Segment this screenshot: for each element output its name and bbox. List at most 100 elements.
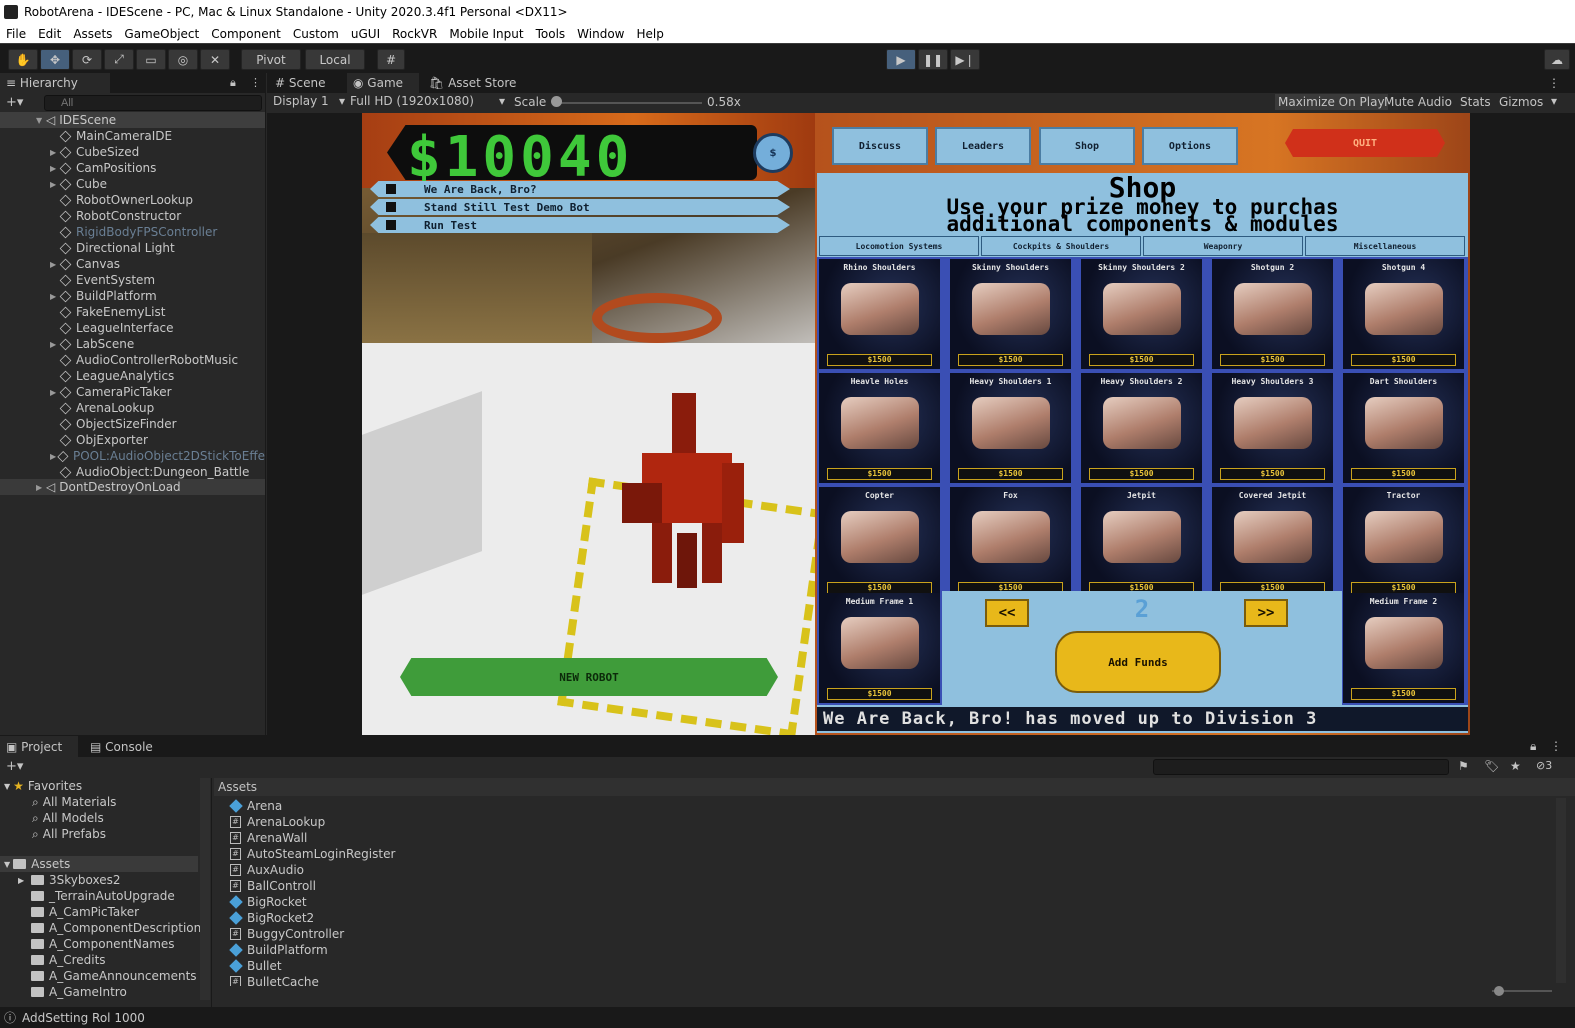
- dollar-button[interactable]: $: [753, 133, 793, 173]
- expand-arrow-icon[interactable]: ▼: [4, 782, 10, 791]
- cloud-icon[interactable]: ☁: [1544, 49, 1570, 70]
- shop-item-card[interactable]: Heavle Holes $1500: [819, 373, 940, 483]
- hierarchy-item[interactable]: ▶ CamPositions: [0, 160, 265, 176]
- expand-arrow-icon[interactable]: ▶: [18, 876, 26, 885]
- menu-custom[interactable]: Custom: [287, 27, 345, 41]
- tab-scene[interactable]: # Scene: [275, 76, 325, 90]
- icon-size-slider-handle[interactable]: [1494, 986, 1504, 996]
- more-options-icon[interactable]: ⋮: [1548, 76, 1560, 90]
- tab-weaponry[interactable]: Weaponry: [1143, 236, 1303, 256]
- assets-root-row[interactable]: ▼ Assets: [0, 856, 198, 872]
- options-button[interactable]: Options: [1142, 127, 1238, 165]
- add-funds-button[interactable]: Add Funds: [1055, 631, 1221, 693]
- robot-list-item[interactable]: Run Test: [370, 217, 790, 233]
- asset-item[interactable]: BigRocket2: [229, 910, 314, 926]
- rotate-tool-icon[interactable]: ⟳: [72, 49, 102, 70]
- menu-mobile-input[interactable]: Mobile Input: [443, 27, 529, 41]
- hierarchy-item[interactable]: ▶ Canvas: [0, 256, 265, 272]
- asset-item[interactable]: # ArenaWall: [230, 830, 307, 846]
- folder-item[interactable]: A_GameIntro: [18, 984, 127, 1000]
- mute-audio-toggle[interactable]: Mute Audio: [1381, 94, 1455, 110]
- shop-item-card[interactable]: Tractor $1500: [1343, 487, 1464, 597]
- hierarchy-item[interactable]: RigidBodyFPSController: [0, 224, 265, 240]
- menu-help[interactable]: Help: [630, 27, 669, 41]
- hierarchy-item[interactable]: ▶ CameraPicTaker: [0, 384, 265, 400]
- maximize-on-play-toggle[interactable]: Maximize On Play: [1275, 94, 1388, 110]
- shop-item-card[interactable]: Rhino Shoulders $1500: [819, 259, 940, 369]
- hierarchy-item[interactable]: RobotOwnerLookup: [0, 192, 265, 208]
- menu-component[interactable]: Component: [205, 27, 287, 41]
- hierarchy-item[interactable]: LeagueAnalytics: [0, 368, 265, 384]
- move-tool-icon[interactable]: ✥: [40, 49, 70, 70]
- hierarchy-item[interactable]: ▶ Cube: [0, 176, 265, 192]
- tab-project[interactable]: ▣ Project: [0, 736, 78, 757]
- lock-icon[interactable]: 🔒︎: [1530, 739, 1536, 754]
- dontdestroy-row[interactable]: ▶ ◁ DontDestroyOnLoad: [0, 479, 265, 495]
- tab-console[interactable]: ▤ Console: [90, 740, 153, 754]
- shop-item-card[interactable]: Medium Frame 2 $1500: [1343, 593, 1464, 703]
- folder-item[interactable]: ▶ 3Skyboxes2: [18, 872, 120, 888]
- asset-list-scrollbar[interactable]: [1556, 798, 1566, 983]
- shop-item-card[interactable]: Copter $1500: [819, 487, 940, 597]
- hierarchy-item[interactable]: ▶ BuildPlatform: [0, 288, 265, 304]
- folder-item[interactable]: A_ComponentDescriptions: [18, 920, 207, 936]
- add-object-icon[interactable]: +▾: [6, 95, 23, 110]
- menu-edit[interactable]: Edit: [32, 27, 67, 41]
- next-page-button[interactable]: >>: [1244, 599, 1288, 627]
- tab-miscellaneous[interactable]: Miscellaneous: [1305, 236, 1465, 256]
- favorite-item[interactable]: ⌕ All Prefabs: [32, 826, 106, 842]
- asset-item[interactable]: Bullet: [229, 958, 282, 974]
- display-select[interactable]: Display 1 ▾: [271, 94, 345, 111]
- quit-button[interactable]: QUIT: [1285, 129, 1445, 157]
- expand-arrow-icon[interactable]: ▶: [36, 483, 46, 492]
- hierarchy-item[interactable]: RobotConstructor: [0, 208, 265, 224]
- hierarchy-item[interactable]: ▶ POOL:AudioObject2DStickToEffe: [0, 448, 265, 464]
- robot-list-item[interactable]: Stand Still Test Demo Bot: [370, 199, 790, 215]
- hierarchy-item[interactable]: FakeEnemyList: [0, 304, 265, 320]
- favorites-row[interactable]: ▼ ★ Favorites: [4, 778, 82, 794]
- menu-ugui[interactable]: uGUI: [345, 27, 386, 41]
- hierarchy-item[interactable]: Directional Light: [0, 240, 265, 256]
- shop-item-card[interactable]: Shotgun 2 $1500: [1212, 259, 1333, 369]
- tab-hierarchy[interactable]: ≡ Hierarchy: [0, 73, 110, 93]
- menu-assets[interactable]: Assets: [67, 27, 118, 41]
- menu-file[interactable]: File: [0, 27, 32, 41]
- favorite-item[interactable]: ⌕ All Materials: [32, 794, 116, 810]
- grid-snap-icon[interactable]: #: [377, 49, 405, 70]
- leaders-button[interactable]: Leaders: [935, 127, 1031, 165]
- asset-item[interactable]: BuildPlatform: [229, 942, 328, 958]
- shop-item-card[interactable]: Covered Jetpit $1500: [1212, 487, 1333, 597]
- tree-scrollbar[interactable]: [200, 778, 210, 1000]
- breadcrumb-assets[interactable]: Assets: [218, 780, 257, 794]
- shop-item-card[interactable]: Medium Frame 1 $1500: [819, 593, 940, 703]
- more-options-icon[interactable]: ⋮: [1550, 739, 1562, 753]
- favorites-star-icon[interactable]: ★: [1510, 759, 1521, 773]
- asset-item[interactable]: Arena: [229, 798, 282, 814]
- folder-item[interactable]: _TerrainAutoUpgrade: [18, 888, 175, 904]
- shop-item-card[interactable]: Skinny Shoulders $1500: [950, 259, 1071, 369]
- menu-tools[interactable]: Tools: [530, 27, 572, 41]
- prev-page-button[interactable]: <<: [985, 599, 1029, 627]
- pause-button[interactable]: ❚❚: [918, 49, 948, 70]
- filter-label-icon[interactable]: 🏷︎: [1484, 759, 1499, 773]
- shop-item-card[interactable]: Heavy Shoulders 2 $1500: [1081, 373, 1202, 483]
- tab-locomotion[interactable]: Locomotion Systems: [819, 236, 979, 256]
- discuss-button[interactable]: Discuss: [832, 127, 928, 165]
- asset-item[interactable]: # ArenaLookup: [230, 814, 325, 830]
- more-options-icon[interactable]: ⋮: [250, 76, 261, 89]
- step-button[interactable]: ▶❘: [950, 49, 980, 70]
- hierarchy-item[interactable]: ArenaLookup: [0, 400, 265, 416]
- project-search-input[interactable]: [1153, 759, 1449, 775]
- favorite-item[interactable]: ⌕ All Models: [32, 810, 104, 826]
- shop-item-card[interactable]: Skinny Shoulders 2 $1500: [1081, 259, 1202, 369]
- asset-item[interactable]: # BulletCache: [230, 974, 319, 986]
- shop-item-card[interactable]: Heavy Shoulders 1 $1500: [950, 373, 1071, 483]
- tab-game[interactable]: ◉ Game: [347, 73, 419, 93]
- asset-item[interactable]: # BuggyController: [230, 926, 344, 942]
- robot-list-item[interactable]: We Are Back, Bro?: [370, 181, 790, 197]
- pivot-toggle[interactable]: Pivot: [241, 49, 301, 70]
- scale-slider[interactable]: [557, 102, 702, 104]
- asset-item[interactable]: # AutoSteamLoginRegister: [230, 846, 395, 862]
- shop-button[interactable]: Shop: [1039, 127, 1135, 165]
- tab-cockpits-shoulders[interactable]: Cockpits & Shoulders: [981, 236, 1141, 256]
